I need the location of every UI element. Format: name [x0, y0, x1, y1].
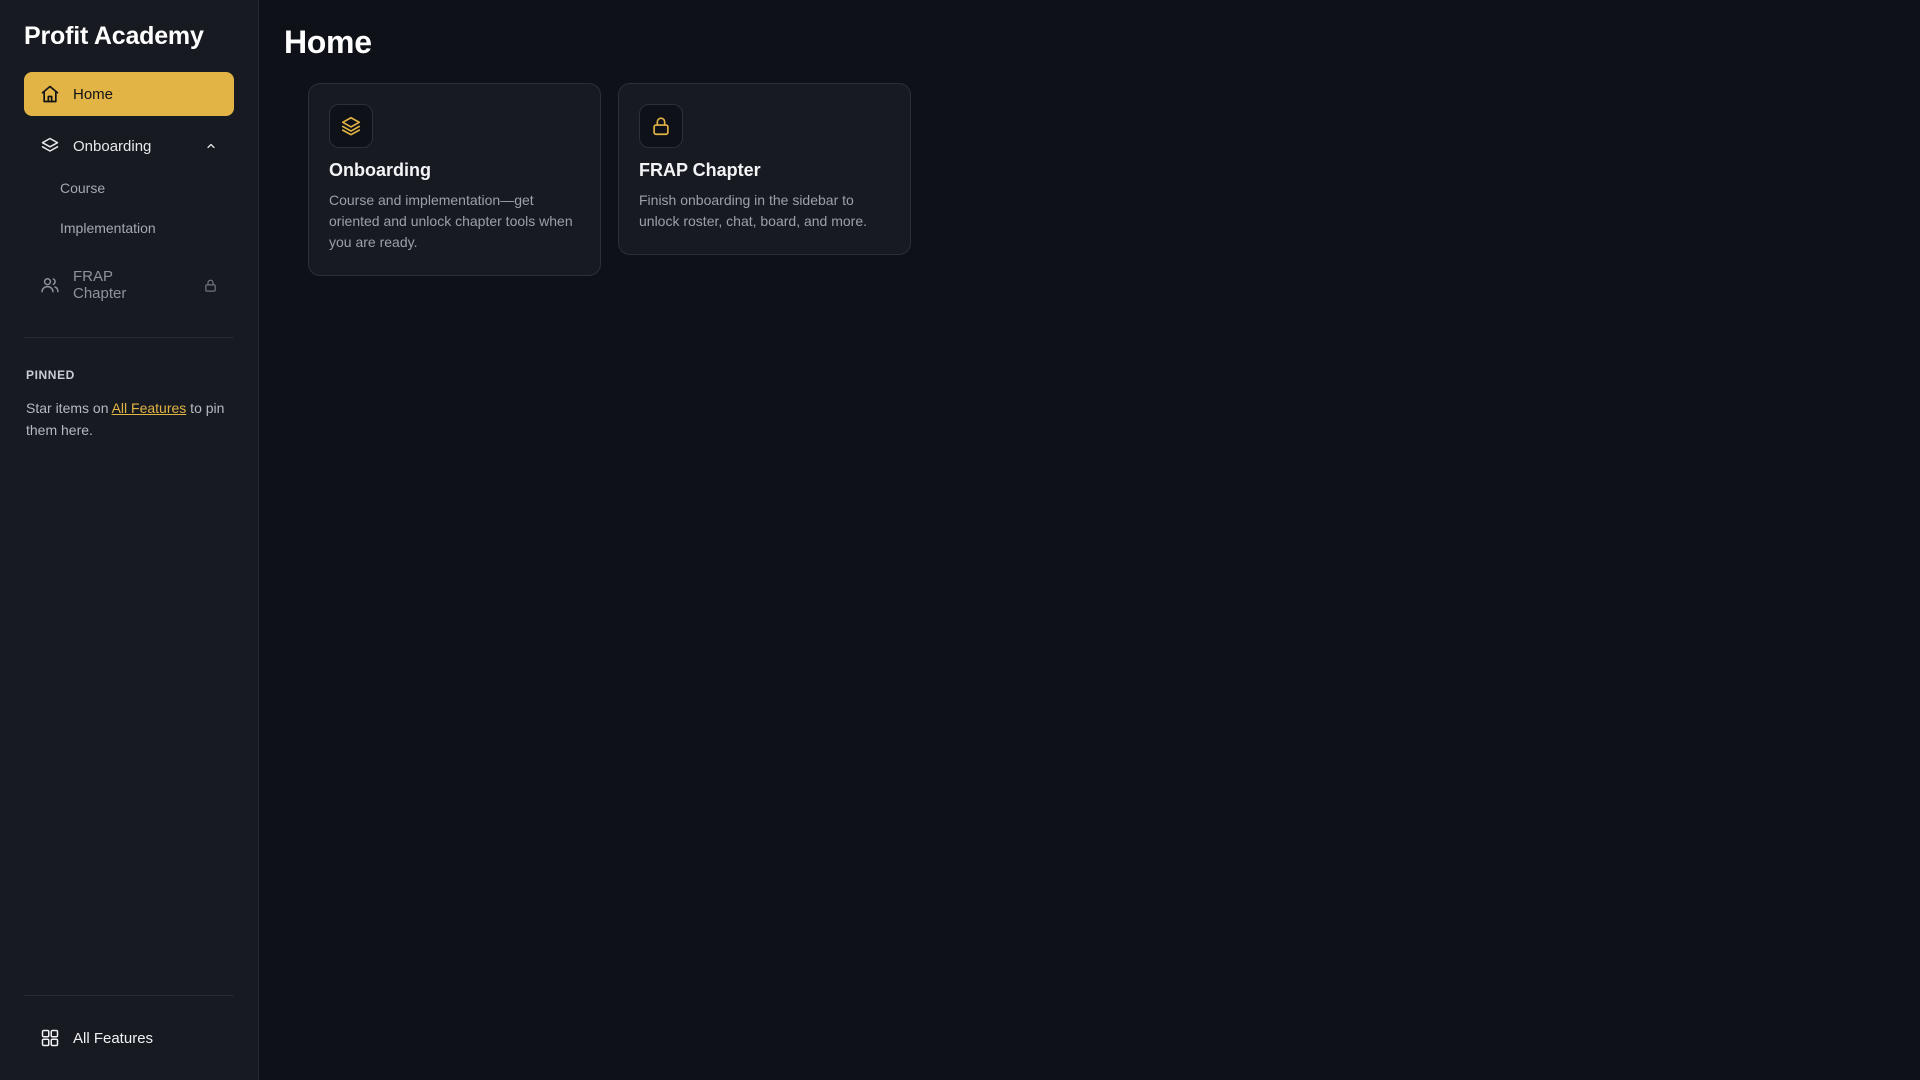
- sidebar-item-label: All Features: [73, 1029, 154, 1047]
- card-title: FRAP Chapter: [639, 160, 761, 180]
- home-icon: [40, 84, 60, 104]
- sidebar: Profit Academy Home Onboarding Course Im…: [0, 0, 259, 1080]
- card-description: Course and implementation—get oriented a…: [329, 192, 573, 250]
- card-description: Finish onboarding in the sidebar to unlo…: [639, 192, 868, 229]
- app-root: Profit Academy Home Onboarding Course Im…: [0, 0, 1920, 1080]
- pinned-text-before: Star items on: [26, 400, 112, 416]
- grid-icon: [40, 1028, 60, 1048]
- page-title: Home: [284, 24, 372, 60]
- all-features-link[interactable]: All Features: [112, 400, 187, 416]
- sidebar-item-label: Home: [73, 85, 114, 103]
- sidebar-item-onboarding[interactable]: Onboarding: [24, 124, 234, 168]
- sidebar-subitem-label: Implementation: [60, 220, 156, 236]
- sidebar-subitem-implementation[interactable]: Implementation: [24, 208, 234, 248]
- main-content: Home Onboarding Course and implementatio…: [259, 0, 1920, 1080]
- pinned-heading: PINNED: [26, 368, 75, 382]
- card-grid: Onboarding Course and implementation—get…: [308, 83, 1895, 276]
- lock-icon: [639, 104, 683, 148]
- sidebar-item-home[interactable]: Home: [24, 72, 234, 116]
- layers-icon: [329, 104, 373, 148]
- lock-icon: [202, 277, 218, 293]
- users-icon: [40, 275, 60, 295]
- chevron-up-icon[interactable]: [204, 139, 218, 153]
- card-frap-chapter[interactable]: FRAP Chapter Finish onboarding in the si…: [618, 83, 911, 255]
- pinned-empty-text: Star items on All Features to pin them h…: [24, 397, 234, 441]
- sidebar-item-label: Onboarding: [73, 137, 152, 155]
- card-onboarding[interactable]: Onboarding Course and implementation—get…: [308, 83, 601, 276]
- sidebar-subitem-label: Course: [60, 180, 106, 196]
- app-title: Profit Academy: [24, 22, 204, 50]
- sidebar-item-all-features[interactable]: All Features: [24, 1016, 234, 1060]
- sidebar-item-frap-chapter[interactable]: FRAP Chapter: [24, 257, 234, 313]
- sidebar-subitem-course[interactable]: Course: [24, 168, 234, 208]
- sidebar-footer: All Features: [24, 995, 234, 1080]
- layers-icon: [40, 136, 60, 156]
- sidebar-item-label: FRAP Chapter: [73, 268, 127, 302]
- card-title: Onboarding: [329, 160, 431, 180]
- sidebar-divider: [24, 337, 234, 338]
